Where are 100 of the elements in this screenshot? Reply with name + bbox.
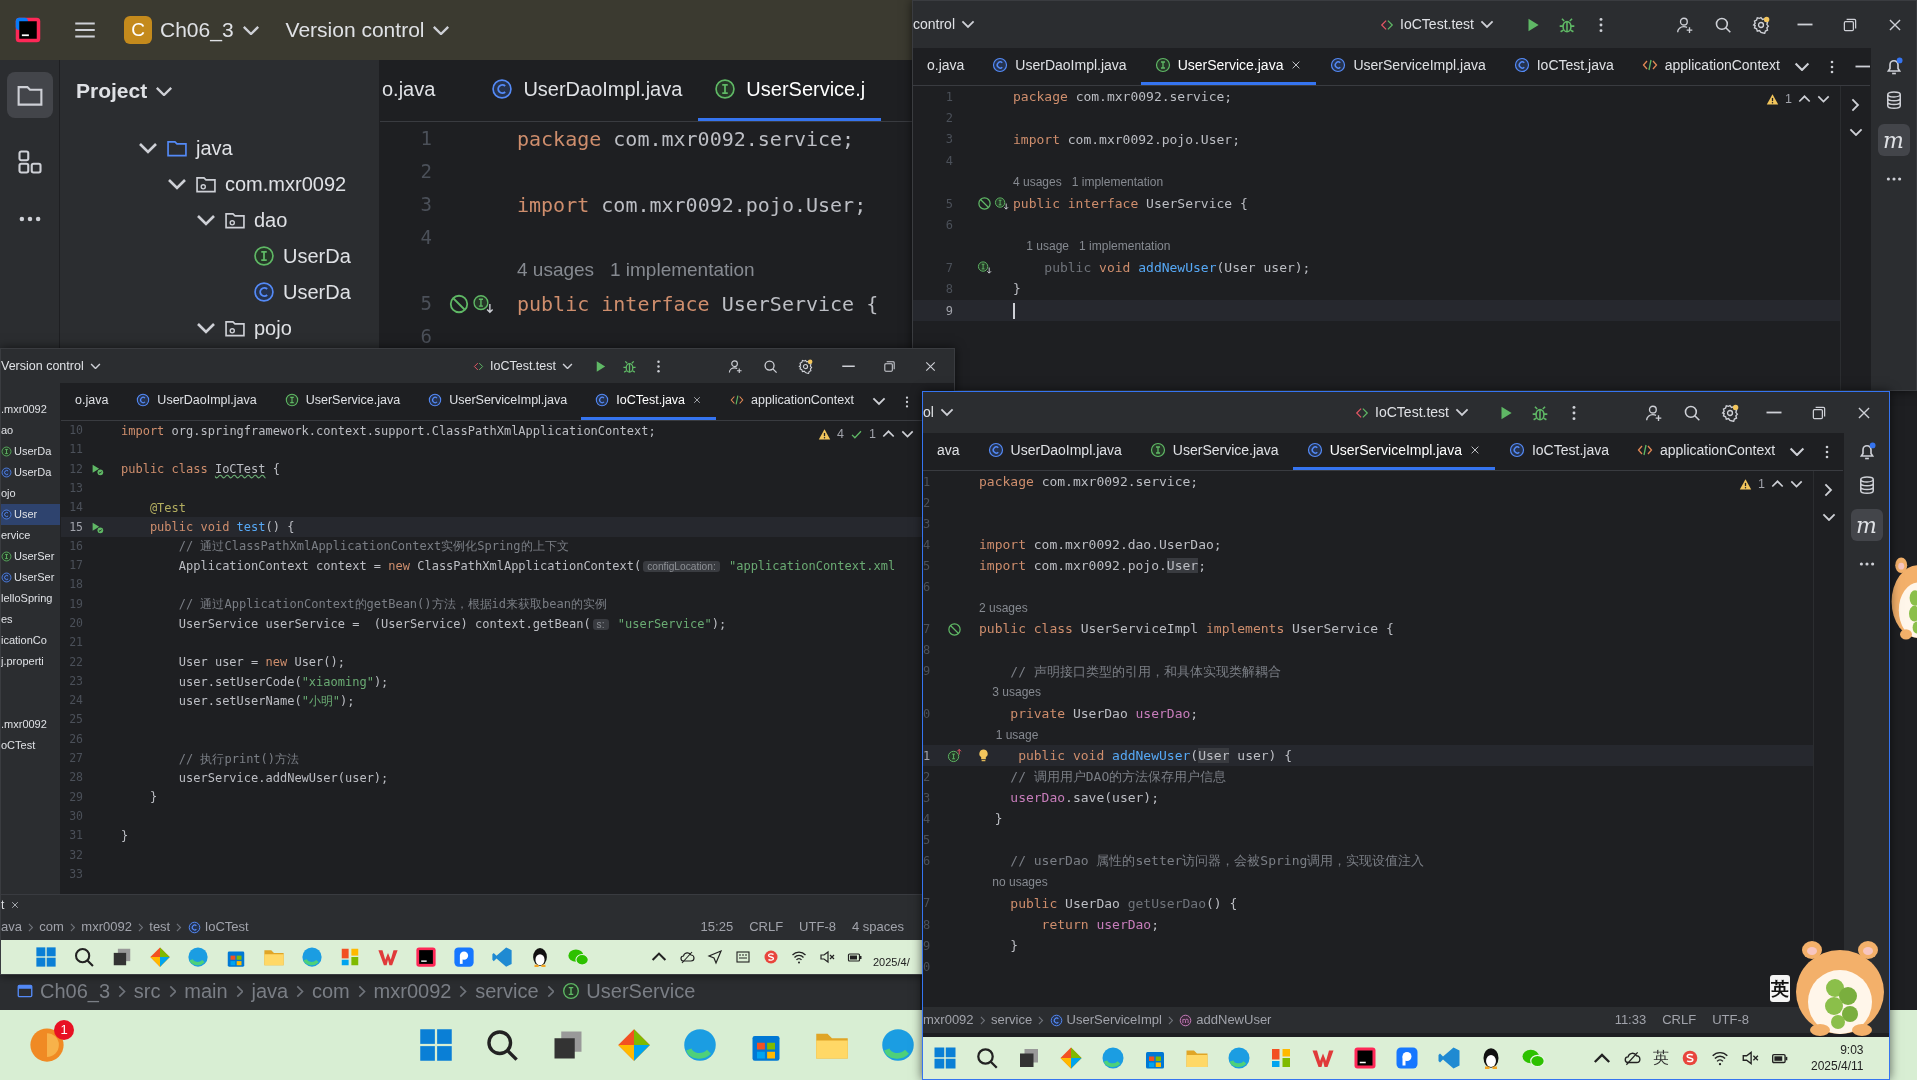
override-icon[interactable] bbox=[947, 748, 962, 764]
input-method-indicator[interactable]: 英 bbox=[1653, 1046, 1669, 1070]
status-item[interactable]: 11:33 bbox=[1614, 1010, 1647, 1030]
tree-item[interactable]: .mxr0092 bbox=[1, 714, 60, 735]
app-icon[interactable] bbox=[1395, 1046, 1419, 1070]
wifi-icon[interactable] bbox=[791, 949, 807, 965]
editor-tab[interactable]: UserDaoImpl.java bbox=[122, 383, 271, 420]
vcs-selector[interactable]: Version control bbox=[1, 356, 101, 376]
tree-item[interactable]: UserDa bbox=[1, 441, 60, 462]
status-item[interactable]: UTF-8 bbox=[1712, 1010, 1749, 1030]
tree-item[interactable]: oCTest bbox=[1, 735, 60, 756]
tree-item[interactable]: pojo bbox=[60, 310, 379, 346]
cloud-icon[interactable] bbox=[1623, 1049, 1641, 1067]
run-config-selector[interactable]: IoCTest.test bbox=[473, 356, 573, 376]
usage-hint[interactable]: 1 usage 1 implementation bbox=[1013, 237, 1171, 256]
editor-tab[interactable]: UserDaoImpl.java bbox=[973, 433, 1136, 470]
editor-tab[interactable]: o.java bbox=[61, 383, 123, 420]
diamond-icon[interactable] bbox=[1059, 1046, 1083, 1070]
ribbon-icon[interactable] bbox=[1437, 1046, 1461, 1070]
editor-tab[interactable]: IoCTest.java bbox=[581, 383, 717, 420]
add-user-icon[interactable] bbox=[1645, 403, 1663, 422]
cloud-icon[interactable] bbox=[679, 949, 695, 965]
chevron-down-icon[interactable] bbox=[1789, 446, 1806, 457]
close-icon[interactable] bbox=[692, 395, 703, 405]
editor-tab[interactable]: applicationContext bbox=[716, 383, 868, 420]
chevron-down-icon[interactable] bbox=[1817, 95, 1830, 104]
app-logo-icon[interactable] bbox=[14, 16, 42, 44]
chevron-down-icon[interactable] bbox=[901, 430, 914, 439]
editor-tab[interactable]: UserService.java bbox=[270, 383, 415, 420]
tree-item[interactable]: dao bbox=[60, 202, 379, 238]
tree-item[interactable]: User bbox=[1, 504, 60, 525]
chevron-down-icon[interactable] bbox=[138, 142, 158, 154]
status-item[interactable]: 4 spaces bbox=[851, 917, 904, 937]
breadcrumb-item[interactable]: addNewUser bbox=[1179, 1010, 1272, 1030]
tiles-icon[interactable] bbox=[339, 946, 361, 968]
usage-hint[interactable]: no usages bbox=[979, 873, 1048, 892]
chevron-down-icon[interactable] bbox=[196, 214, 216, 226]
usage-hint[interactable]: 4 usages 1 implementation bbox=[1013, 173, 1164, 192]
implemented-icon[interactable] bbox=[448, 292, 470, 315]
search-icon[interactable] bbox=[975, 1046, 999, 1070]
app-icon[interactable] bbox=[28, 1026, 66, 1064]
input-method-icon[interactable] bbox=[1681, 1049, 1699, 1067]
search-icon[interactable] bbox=[73, 946, 95, 968]
tree-item[interactable]: icationCo bbox=[1, 630, 60, 651]
search-icon[interactable] bbox=[763, 358, 778, 374]
chevron-down-icon[interactable] bbox=[1821, 513, 1836, 522]
add-user-icon[interactable] bbox=[1676, 15, 1694, 34]
status-item[interactable]: 15:25 bbox=[700, 917, 734, 937]
project-selector[interactable]: C Ch06_3 bbox=[120, 11, 264, 49]
plugin-button[interactable]: m bbox=[1850, 509, 1883, 541]
editor-tab[interactable]: ava bbox=[923, 433, 974, 470]
plugin-button[interactable]: m bbox=[1877, 124, 1910, 156]
breadcrumb-item[interactable]: com bbox=[39, 917, 64, 937]
implemented-icon[interactable] bbox=[947, 621, 962, 637]
interface-arrow-icon[interactable] bbox=[994, 196, 1009, 212]
interface-arrow-icon[interactable] bbox=[472, 292, 494, 315]
breadcrumb-item[interactable]: test bbox=[149, 917, 171, 937]
vcs-selector[interactable]: control bbox=[913, 14, 976, 35]
editor-tab[interactable]: UserServiceImpl.java bbox=[1292, 433, 1495, 470]
breadcrumb-item[interactable]: IoCTest bbox=[187, 917, 249, 937]
diamond-icon[interactable] bbox=[149, 946, 171, 968]
implemented-icon[interactable] bbox=[977, 196, 992, 212]
editor-tab[interactable]: UserService.j bbox=[698, 60, 882, 121]
tree-item[interactable]: es bbox=[1, 609, 60, 630]
usage-hint[interactable]: 2 usages bbox=[979, 599, 1028, 618]
tree-item[interactable]: ao bbox=[1, 420, 60, 441]
tree-item[interactable]: UserDa bbox=[60, 274, 379, 310]
vcs-selector[interactable]: ol bbox=[923, 402, 954, 423]
editor-tab[interactable]: applicationContext bbox=[1627, 48, 1794, 85]
vcs-selector[interactable]: Version control bbox=[285, 14, 451, 46]
tree-item[interactable]: ervice bbox=[1, 525, 60, 546]
editor-tab[interactable]: o.java bbox=[913, 48, 979, 85]
run-config-selector[interactable]: IoCTest.test bbox=[1355, 402, 1469, 423]
send-icon[interactable] bbox=[707, 949, 723, 965]
ribbon-icon[interactable] bbox=[491, 946, 513, 968]
minimize-icon[interactable] bbox=[1796, 23, 1814, 26]
tree-item[interactable]: UserDa bbox=[1, 462, 60, 483]
tree-item[interactable]: .mxr0092 bbox=[1, 399, 60, 420]
debug-icon[interactable] bbox=[622, 358, 637, 374]
status-item[interactable]: UTF-8 bbox=[799, 917, 836, 937]
breadcrumb-item[interactable]: UserServiceImpl bbox=[1049, 1010, 1162, 1030]
settings-icon[interactable] bbox=[1721, 403, 1739, 422]
tool-window-tab[interactable]: t bbox=[1, 895, 21, 914]
volume-muted-icon[interactable] bbox=[819, 949, 835, 965]
wifi-icon[interactable] bbox=[1711, 1049, 1729, 1067]
ide-icon[interactable] bbox=[1353, 1046, 1377, 1070]
chevron-right-icon[interactable] bbox=[1851, 98, 1860, 112]
settings-icon[interactable] bbox=[1752, 15, 1770, 34]
editor-tab[interactable]: UserService.java bbox=[1140, 48, 1317, 85]
tree-item[interactable]: j.properti bbox=[1, 651, 60, 672]
chevron-down-icon[interactable] bbox=[155, 85, 174, 97]
chevron-right-icon[interactable] bbox=[1824, 483, 1833, 497]
bulb-icon[interactable] bbox=[976, 748, 991, 764]
usage-hint[interactable]: 3 usages bbox=[979, 683, 1042, 702]
start-icon[interactable] bbox=[933, 1046, 957, 1070]
chevron-down-icon[interactable] bbox=[1790, 480, 1803, 489]
breadcrumb-item[interactable]: mxr0092 bbox=[923, 1010, 974, 1030]
chevron-up-icon[interactable] bbox=[1593, 1052, 1611, 1064]
tree-item[interactable]: java bbox=[60, 130, 379, 166]
chevron-down-icon[interactable] bbox=[167, 178, 187, 190]
